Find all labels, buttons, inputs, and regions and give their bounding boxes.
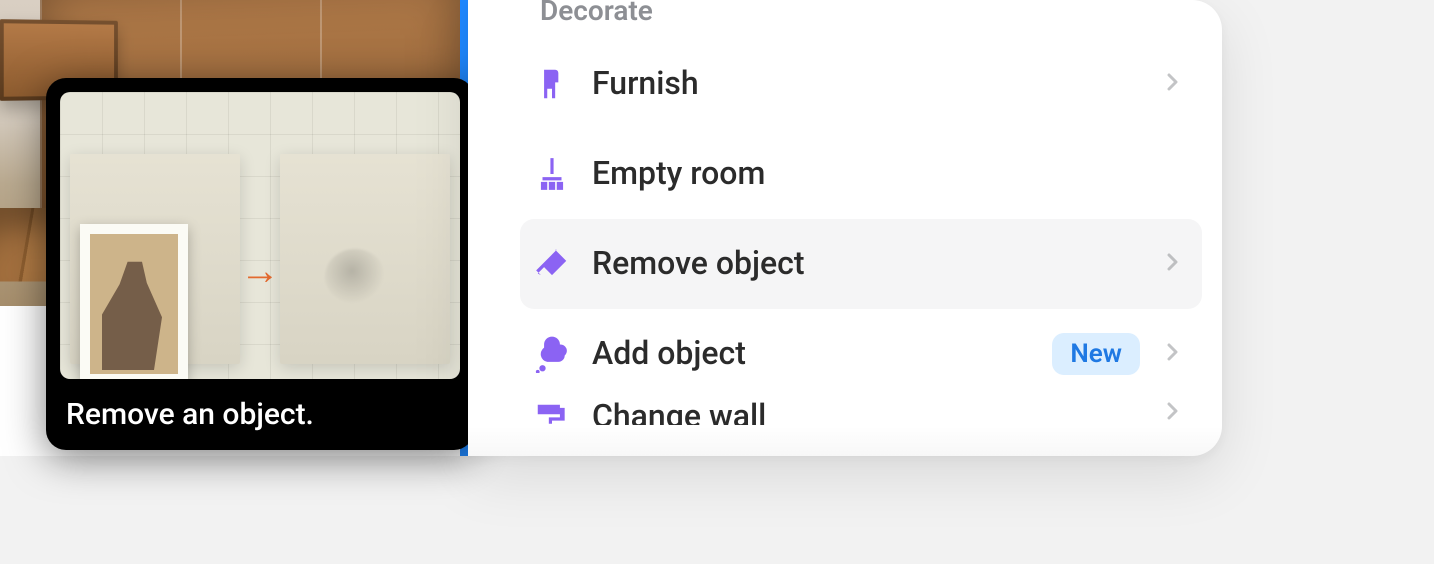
tooltip-caption: Remove an object. [60,397,460,432]
chair-icon [528,60,576,108]
section-title: Decorate [488,0,1202,39]
eraser-icon [528,240,576,288]
selection-edge-handle[interactable] [460,448,468,456]
menu-item-label: Remove object [592,246,1160,281]
stage: → Remove an object. Decorate Furnish [0,0,1434,564]
broom-icon [528,150,576,198]
menu-item-empty-room[interactable]: Empty room [520,129,1202,219]
badge-new: New [1052,333,1140,375]
tooltip-demo-after [280,154,450,364]
tooltip-demo: → [60,92,460,379]
menu-item-furnish[interactable]: Furnish [520,39,1202,129]
chevron-right-icon [1160,250,1184,278]
arrow-right-icon: → [240,247,280,294]
menu-item-remove-object[interactable]: Remove object [520,219,1202,309]
menu-item-label: Empty room [592,156,1184,191]
decorate-panel: Decorate Furnish Empty room [468,0,1222,456]
roller-icon [528,399,576,439]
chevron-right-icon [1160,399,1184,427]
menu-item-label: Add object [592,336,1052,371]
thought-icon [528,330,576,378]
menu-item-label: Furnish [592,66,1160,101]
menu-item-label: Change wall [592,399,1160,425]
decorate-menu: Furnish Empty room Remove object [488,39,1202,451]
tooltip-demo-before [70,154,240,364]
chevron-right-icon [1160,70,1184,98]
menu-item-change-wall[interactable]: Change wall [520,399,1202,451]
tooltip-demo-artwork [80,224,188,379]
chevron-right-icon [1160,340,1184,368]
tooltip-remove-object: → Remove an object. [46,78,474,450]
menu-item-add-object[interactable]: Add object New [520,309,1202,399]
